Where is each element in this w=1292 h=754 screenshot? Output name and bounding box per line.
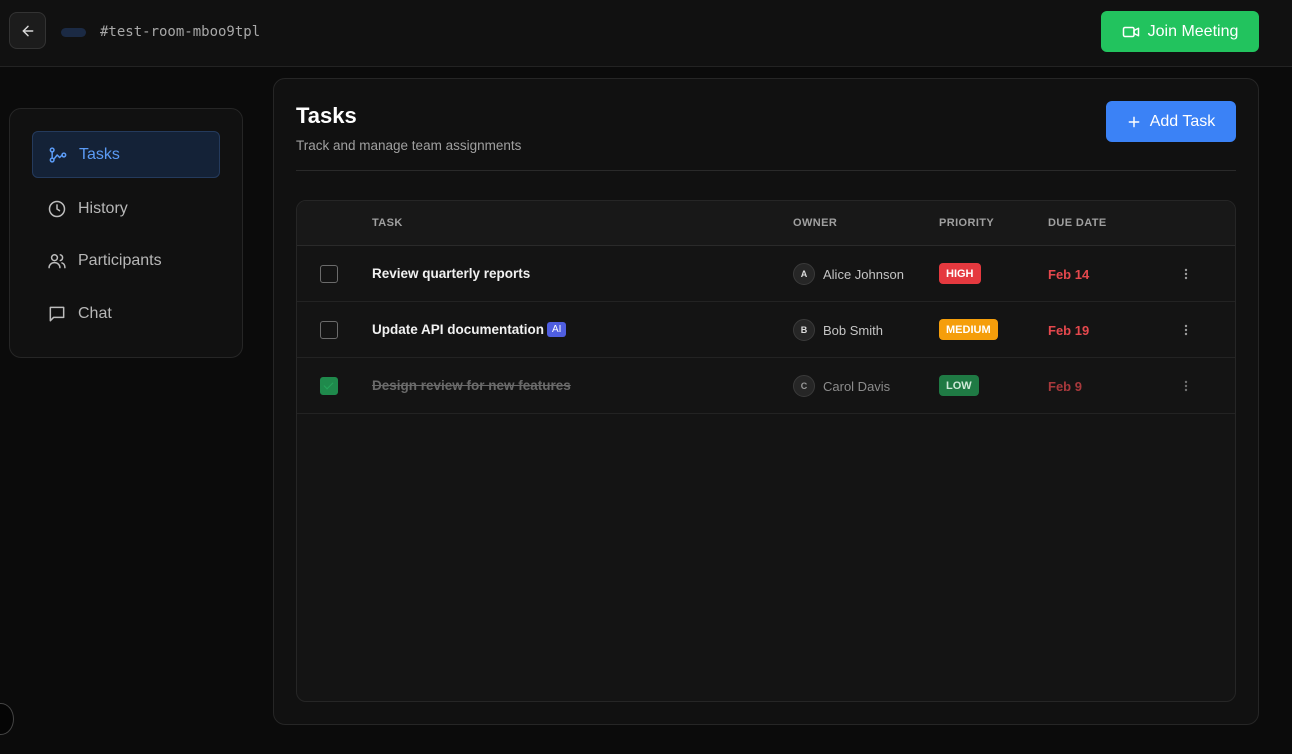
- sidebar-item-chat[interactable]: Chat: [32, 290, 220, 337]
- more-vertical-icon: [1184, 268, 1188, 280]
- column-header-task: TASK: [372, 217, 403, 229]
- priority-badge: HIGH: [939, 263, 981, 284]
- ai-badge: AI: [547, 322, 567, 337]
- table-row[interactable]: Review quarterly reports A Alice Johnson…: [297, 246, 1235, 302]
- sidebar-item-label: Chat: [78, 304, 112, 322]
- task-checkbox[interactable]: [320, 377, 338, 395]
- due-date: Feb 19: [1048, 323, 1090, 338]
- task-title-text: Design review for new features: [372, 378, 571, 393]
- column-header-owner: OWNER: [793, 217, 838, 229]
- tasks-table: TASK OWNER PRIORITY DUE DATE Review quar…: [296, 200, 1236, 702]
- row-actions-button[interactable]: [1178, 375, 1194, 397]
- tasks-panel: Tasks Track and manage team assignments …: [273, 78, 1259, 725]
- page-subtitle: Track and manage team assignments: [296, 138, 522, 153]
- sidebar-item-label: History: [78, 199, 128, 217]
- task-title[interactable]: Update API documentation AI: [372, 322, 567, 337]
- avatar: B: [793, 319, 815, 341]
- chat-icon: [49, 306, 65, 321]
- clock-icon: [48, 200, 66, 217]
- sidebar: Tasks History Participants Chat: [9, 108, 243, 358]
- divider: [296, 170, 1236, 171]
- page-title: Tasks: [296, 103, 357, 128]
- join-meeting-label: Join Meeting: [1147, 22, 1239, 40]
- join-meeting-button[interactable]: Join Meeting: [1101, 11, 1259, 52]
- owner-name: Alice Johnson: [823, 267, 904, 282]
- row-actions-button[interactable]: [1178, 263, 1194, 285]
- task-title-text: Update API documentation: [372, 322, 545, 337]
- due-date: Feb 9: [1048, 379, 1082, 394]
- priority-badge: MEDIUM: [939, 319, 998, 340]
- table-row[interactable]: Design review for new features C Carol D…: [297, 358, 1235, 414]
- more-vertical-icon: [1184, 380, 1188, 392]
- task-checkbox[interactable]: [320, 265, 338, 283]
- top-bar: #test-room-mboo9tpl Join Meeting: [0, 0, 1292, 67]
- sidebar-item-tasks[interactable]: Tasks: [32, 131, 220, 178]
- avatar: C: [793, 375, 815, 397]
- sidebar-item-label: Participants: [78, 251, 162, 269]
- due-date: Feb 14: [1048, 267, 1090, 282]
- plus-icon: [1128, 116, 1140, 127]
- video-camera-icon: [1122, 26, 1139, 37]
- table-header: TASK OWNER PRIORITY DUE DATE: [297, 201, 1235, 246]
- table-row[interactable]: Update API documentation AI B Bob Smith …: [297, 302, 1235, 358]
- task-title-text: Review quarterly reports: [372, 266, 531, 281]
- back-button[interactable]: [9, 12, 46, 49]
- workflow-icon: [49, 146, 67, 163]
- sidebar-item-participants[interactable]: Participants: [32, 237, 220, 284]
- column-header-priority: PRIORITY: [939, 217, 995, 229]
- more-vertical-icon: [1184, 324, 1188, 336]
- priority-badge: LOW: [939, 375, 979, 396]
- column-header-due-date: DUE DATE: [1048, 217, 1107, 229]
- arrow-left-icon: [22, 25, 33, 36]
- room-name: #test-room-mboo9tpl: [100, 24, 261, 40]
- task-title[interactable]: Review quarterly reports: [372, 266, 530, 281]
- task-title[interactable]: Design review for new features: [372, 378, 571, 393]
- avatar: A: [793, 263, 815, 285]
- sidebar-item-label: Tasks: [79, 145, 120, 163]
- owner-name: Carol Davis: [823, 379, 891, 394]
- add-task-button[interactable]: Add Task: [1106, 101, 1236, 142]
- row-actions-button[interactable]: [1178, 319, 1194, 341]
- add-task-label: Add Task: [1149, 112, 1216, 130]
- owner-name: Bob Smith: [823, 323, 883, 338]
- room-status-pill: [61, 28, 86, 37]
- sidebar-item-history[interactable]: History: [32, 185, 220, 232]
- users-icon: [48, 253, 66, 268]
- task-checkbox[interactable]: [320, 321, 338, 339]
- floating-help-button[interactable]: [0, 703, 14, 735]
